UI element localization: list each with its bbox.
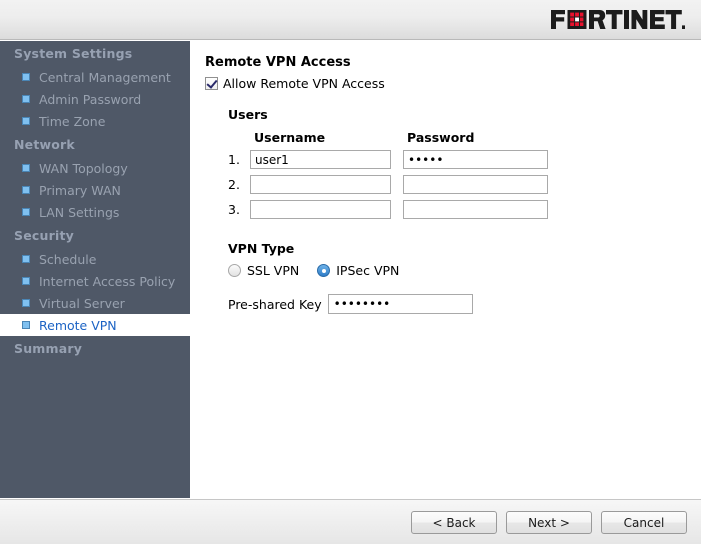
- pre-shared-key-label: Pre-shared Key: [228, 297, 322, 312]
- table-row: 3.: [228, 200, 558, 225]
- bullet-icon: [22, 73, 30, 81]
- ssl-vpn-label[interactable]: SSL VPN: [247, 263, 299, 278]
- users-section-label: Users: [228, 107, 701, 122]
- sidebar-item-label: Primary WAN: [39, 183, 121, 198]
- ipsec-vpn-radio[interactable]: [317, 264, 330, 277]
- username-cell: [250, 175, 403, 200]
- sidebar-item-internet-access-policy[interactable]: Internet Access Policy: [0, 270, 190, 292]
- main-content: Remote VPN Access Allow Remote VPN Acces…: [190, 41, 701, 498]
- bullet-icon: [22, 299, 30, 307]
- sidebar-item-label: Internet Access Policy: [39, 274, 175, 289]
- sidebar-item-label: LAN Settings: [39, 205, 119, 220]
- row-index: 1.: [228, 150, 250, 175]
- sidebar-item-lan-settings[interactable]: LAN Settings: [0, 201, 190, 223]
- sidebar-item-central-management[interactable]: Central Management: [0, 66, 190, 88]
- fortinet-logo: [551, 8, 685, 30]
- allow-remote-vpn-label: Allow Remote VPN Access: [223, 76, 385, 91]
- sidebar-item-admin-password[interactable]: Admin Password: [0, 88, 190, 110]
- sidebar-item-label: Remote VPN: [39, 318, 117, 333]
- sidebar-item-label: Admin Password: [39, 92, 141, 107]
- sidebar-item-label: WAN Topology: [39, 161, 128, 176]
- password-cell: [403, 200, 558, 225]
- sidebar-item-schedule[interactable]: Schedule: [0, 248, 190, 270]
- col-index-header: [228, 130, 250, 150]
- col-username-header: Username: [250, 130, 403, 150]
- page-title: Remote VPN Access: [205, 55, 701, 70]
- sidebar-item-wan-topology[interactable]: WAN Topology: [0, 157, 190, 179]
- col-password-header: Password: [403, 130, 558, 150]
- vpn-type-label: VPN Type: [228, 241, 701, 256]
- cancel-button[interactable]: Cancel: [601, 511, 687, 534]
- sidebar-item-label: Schedule: [39, 252, 96, 267]
- bullet-icon: [22, 117, 30, 125]
- bullet-icon: [22, 208, 30, 216]
- sidebar-item-label: Time Zone: [39, 114, 105, 129]
- wizard-window: System Settings Central Management Admin…: [0, 0, 701, 544]
- username-input-2[interactable]: [250, 175, 391, 194]
- username-cell: [250, 150, 403, 175]
- allow-remote-vpn-row[interactable]: Allow Remote VPN Access: [205, 76, 701, 91]
- sidebar-item-primary-wan[interactable]: Primary WAN: [0, 179, 190, 201]
- password-input-3[interactable]: [403, 200, 548, 219]
- allow-remote-vpn-checkbox[interactable]: [205, 77, 218, 90]
- username-input-3[interactable]: [250, 200, 391, 219]
- password-cell: [403, 175, 558, 200]
- users-table: Username Password 1. 2.: [228, 130, 558, 225]
- pre-shared-key-input[interactable]: [328, 294, 473, 314]
- row-index: 2.: [228, 175, 250, 200]
- username-input-1[interactable]: [250, 150, 391, 169]
- password-input-1[interactable]: [403, 150, 548, 169]
- table-header-row: Username Password: [228, 130, 558, 150]
- sidebar-item-label: Virtual Server: [39, 296, 125, 311]
- app-header: [0, 0, 701, 40]
- sidebar-nav: System Settings Central Management Admin…: [0, 41, 190, 498]
- sidebar-group-title: System Settings: [0, 41, 190, 66]
- bullet-icon: [22, 321, 30, 329]
- bullet-icon: [22, 164, 30, 172]
- bullet-icon: [22, 255, 30, 263]
- sidebar-group-title: Security: [0, 223, 190, 248]
- password-input-2[interactable]: [403, 175, 548, 194]
- bullet-icon: [22, 95, 30, 103]
- sidebar-item-time-zone[interactable]: Time Zone: [0, 110, 190, 132]
- pre-shared-key-row: Pre-shared Key: [228, 294, 701, 314]
- vpn-type-radio-group: SSL VPN IPSec VPN: [228, 263, 701, 278]
- ipsec-vpn-label[interactable]: IPSec VPN: [336, 263, 399, 278]
- password-cell: [403, 150, 558, 175]
- footer-button-group: < Back Next > Cancel: [411, 511, 687, 534]
- wizard-footer: < Back Next > Cancel: [0, 499, 701, 544]
- username-cell: [250, 200, 403, 225]
- row-index: 3.: [228, 200, 250, 225]
- next-button[interactable]: Next >: [506, 511, 592, 534]
- bullet-icon: [22, 277, 30, 285]
- sidebar-item-remote-vpn[interactable]: Remote VPN: [0, 314, 190, 336]
- ssl-vpn-radio[interactable]: [228, 264, 241, 277]
- sidebar-group-title: Network: [0, 132, 190, 157]
- sidebar-item-virtual-server[interactable]: Virtual Server: [0, 292, 190, 314]
- bullet-icon: [22, 186, 30, 194]
- sidebar-group-title-summary[interactable]: Summary: [0, 336, 190, 361]
- table-row: 2.: [228, 175, 558, 200]
- sidebar-item-label: Central Management: [39, 70, 171, 85]
- back-button[interactable]: < Back: [411, 511, 497, 534]
- table-row: 1.: [228, 150, 558, 175]
